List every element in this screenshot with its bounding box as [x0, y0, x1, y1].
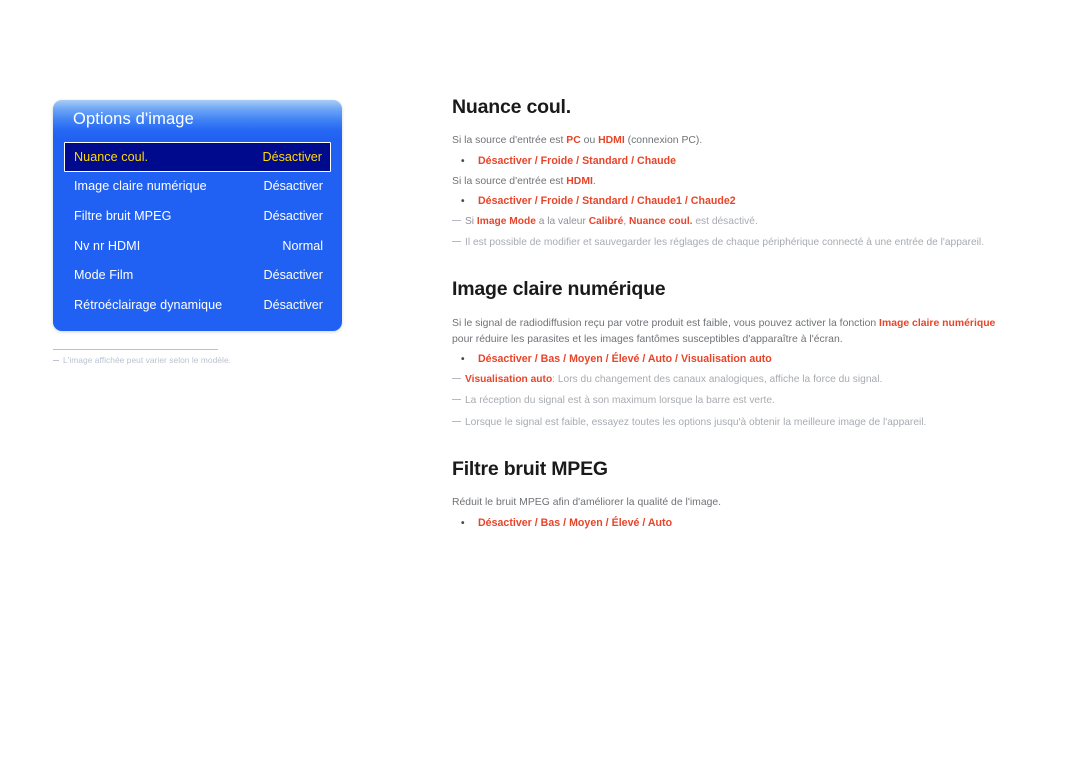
section-heading-nuance-coul: Nuance coul. — [452, 96, 571, 118]
paragraph-filtre-bruit-description: Réduit le bruit MPEG afin d'améliorer la… — [452, 497, 722, 509]
note-dash-icon — [452, 399, 461, 401]
options-bullet-filtre-bruit: • Désactiver / Bas / Moyen / Élevé / Aut… — [452, 516, 1012, 532]
note-visualisation-auto: Visualisation auto: Lors du changement d… — [452, 372, 1012, 387]
bullet-dot-icon: • — [461, 155, 465, 167]
osd-menu-item-nuance-coul[interactable]: Nuance coul. Désactiver — [64, 142, 331, 172]
footnote-text: L'image affichée peut varier selon le mo… — [63, 355, 232, 365]
osd-item-label: Filtre bruit MPEG — [74, 208, 172, 223]
osd-item-label: Nuance coul. — [74, 149, 149, 164]
text-fragment: Si la source d'entrée est — [452, 135, 567, 147]
osd-item-label: Nv nr HDMI — [74, 238, 141, 253]
options-bullet-nuance-hdmi: • Désactiver / Froide / Standard / Chaud… — [452, 194, 1012, 210]
text-fragment: a la valeur — [535, 215, 589, 227]
note-text: Lorsque le signal est faible, essayez to… — [465, 416, 927, 428]
paragraph-nuance-source-pc: Si la source d'entrée est PC ou HDMI (co… — [452, 133, 1012, 149]
osd-item-label: Rétroéclairage dynamique — [74, 297, 223, 312]
note-text: : Lors du changement des canaux analogiq… — [552, 373, 883, 385]
osd-item-value: Désactiver — [263, 208, 324, 223]
note-dash-icon — [452, 240, 461, 242]
text-fragment: est désactivé. — [692, 215, 758, 227]
text-fragment: Si la source d'entrée est — [452, 175, 567, 187]
keyword-image-mode: Image Mode — [476, 215, 536, 227]
note-dash-icon — [452, 420, 461, 422]
options-list-text: Désactiver / Bas / Moyen / Élevé / Auto … — [478, 353, 772, 366]
keyword-image-claire-numerique: Image claire numérique — [879, 317, 996, 329]
options-list-text: Désactiver / Froide / Standard / Chaude — [478, 154, 676, 167]
osd-panel-title: Options d'image — [73, 110, 194, 128]
note-image-mode-calibre: Si Image Mode a la valeur Calibré, Nuanc… — [452, 214, 1012, 229]
osd-menu-item-nv-nr-hdmi[interactable]: Nv nr HDMI Normal — [53, 231, 342, 261]
osd-item-value: Désactiver — [262, 149, 323, 164]
text-fragment: pour réduire les parasites et les images… — [452, 333, 843, 345]
keyword-visualisation-auto: Visualisation auto — [465, 373, 553, 385]
note-text: La réception du signal est à son maximum… — [465, 395, 775, 407]
footnote-divider — [53, 349, 218, 350]
text-fragment: Si — [465, 215, 477, 227]
text-fragment: (connexion PC). — [624, 135, 703, 147]
text-fragment: . — [592, 175, 596, 187]
note-dash-icon — [452, 219, 461, 221]
options-bullet-image-claire: • Désactiver / Bas / Moyen / Élevé / Aut… — [452, 352, 1012, 368]
osd-menu-item-mode-film[interactable]: Mode Film Désactiver — [53, 260, 342, 290]
footnote-dash-icon — [53, 359, 59, 361]
section-heading-filtre-bruit-mpeg: Filtre bruit MPEG — [452, 457, 608, 480]
paragraph-image-claire-description: Si le signal de radiodiffusion reçu par … — [452, 316, 1012, 348]
options-list-text: Désactiver / Bas / Moyen / Élevé / Auto — [478, 516, 673, 529]
note-dash-icon — [452, 377, 461, 379]
keyword-hdmi: HDMI — [598, 135, 625, 147]
keyword-hdmi: HDMI — [566, 175, 593, 187]
documentation-content: Nuance coul. Si la source d'entrée est P… — [452, 96, 1012, 531]
options-list-text: Désactiver / Froide / Standard / Chaude1… — [478, 194, 736, 207]
osd-item-label: Image claire numérique — [74, 179, 207, 194]
osd-item-value: Désactiver — [263, 297, 324, 312]
osd-menu-item-filtre-bruit-mpeg[interactable]: Filtre bruit MPEG Désactiver — [53, 201, 342, 231]
bullet-dot-icon: • — [461, 517, 465, 529]
keyword-calibre: Calibré — [588, 215, 624, 227]
note-sauvegarde-reglages: Il est possible de modifier et sauvegard… — [452, 235, 1012, 250]
osd-menu-item-retroeclairage-dynamique[interactable]: Rétroéclairage dynamique Désactiver — [53, 290, 342, 320]
note-text: Il est possible de modifier et sauvegard… — [465, 236, 985, 248]
osd-item-value: Désactiver — [263, 268, 324, 283]
bullet-dot-icon: • — [461, 195, 465, 207]
options-bullet-nuance-pc: • Désactiver / Froide / Standard / Chaud… — [452, 154, 1012, 170]
osd-menu-panel: Options d'image Nuance coul. Désactiver … — [53, 100, 342, 331]
note-signal-faible: Lorsque le signal est faible, essayez to… — [452, 415, 1012, 430]
osd-menu-list: Nuance coul. Désactiver Image claire num… — [53, 142, 342, 320]
keyword-pc: PC — [566, 135, 581, 147]
osd-item-label: Mode Film — [74, 268, 134, 283]
bullet-dot-icon: • — [461, 354, 465, 366]
keyword-nuance-coul: Nuance coul. — [629, 215, 693, 227]
text-fragment: Si le signal de radiodiffusion reçu par … — [452, 317, 880, 329]
section-heading-image-claire-numerique: Image claire numérique — [452, 278, 666, 301]
osd-footnote: L'image affichée peut varier selon le mo… — [53, 355, 353, 365]
osd-item-value: Désactiver — [263, 179, 324, 194]
paragraph-nuance-source-hdmi: Si la source d'entrée est HDMI. — [452, 174, 1012, 190]
text-fragment: ou — [580, 135, 599, 147]
osd-item-value: Normal — [282, 238, 323, 253]
note-reception-signal: La réception du signal est à son maximum… — [452, 393, 1012, 408]
osd-menu-item-image-claire-numerique[interactable]: Image claire numérique Désactiver — [53, 172, 342, 202]
